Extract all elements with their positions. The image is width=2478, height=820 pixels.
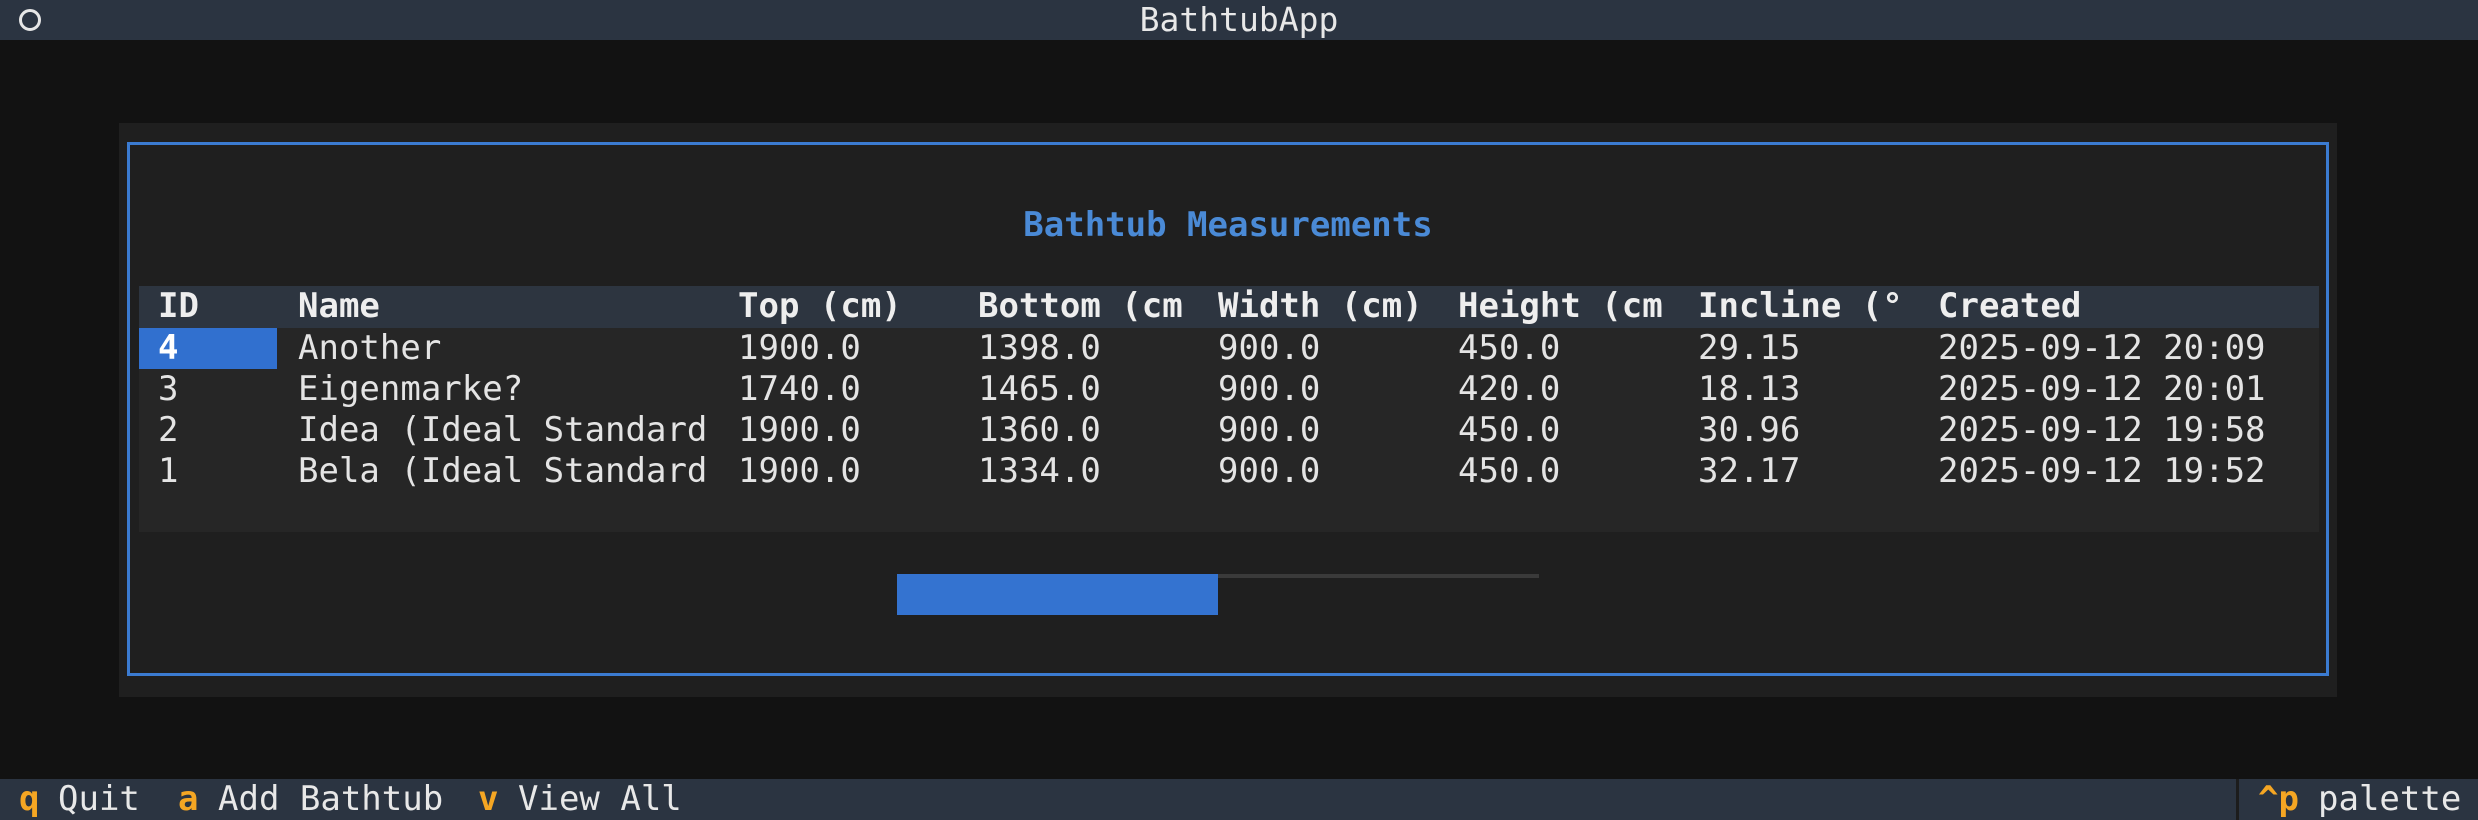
cell-bottom[interactable]: 1398.0 xyxy=(978,328,1198,369)
footer-divider xyxy=(2236,779,2239,820)
add-bathtub-label[interactable]: Add Bathtub xyxy=(218,779,443,820)
column-header-incline[interactable]: Incline (° xyxy=(1698,286,1918,327)
cell-top[interactable]: 1900.0 xyxy=(738,451,958,492)
cell-top[interactable]: 1900.0 xyxy=(738,410,958,451)
quit-key[interactable]: q xyxy=(19,779,39,820)
cell-bottom[interactable]: 1334.0 xyxy=(978,451,1198,492)
cell-name[interactable]: Another xyxy=(298,328,718,369)
cell-top[interactable]: 1740.0 xyxy=(738,369,958,410)
cell-name[interactable]: Bela (Ideal Standard xyxy=(298,451,718,492)
column-header-width[interactable]: Width (cm) xyxy=(1218,286,1438,327)
table-header: ID Name Top (cm) Bottom (cm Width (cm) H… xyxy=(139,286,2319,328)
add-bathtub-key[interactable]: a xyxy=(178,779,198,820)
cell-width[interactable]: 900.0 xyxy=(1218,369,1438,410)
cell-created[interactable]: 2025-09-12 20:01 xyxy=(1938,369,2308,410)
cell-incline[interactable]: 30.96 xyxy=(1698,410,1918,451)
cell-width[interactable]: 900.0 xyxy=(1218,410,1438,451)
view-all-label[interactable]: View All xyxy=(518,779,682,820)
palette-label[interactable]: palette xyxy=(2318,779,2461,820)
cell-height[interactable]: 450.0 xyxy=(1458,451,1678,492)
view-all-key[interactable]: v xyxy=(478,779,498,820)
column-header-top[interactable]: Top (cm) xyxy=(738,286,958,327)
cell-height[interactable]: 420.0 xyxy=(1458,369,1678,410)
cell-height[interactable]: 450.0 xyxy=(1458,410,1678,451)
cell-id[interactable]: 2 xyxy=(158,410,278,451)
cell-incline[interactable]: 18.13 xyxy=(1698,369,1918,410)
cell-id[interactable]: 3 xyxy=(158,369,278,410)
app-title: BathtubApp xyxy=(1139,0,1339,39)
cell-created[interactable]: 2025-09-12 19:52 xyxy=(1938,451,2308,492)
cell-name[interactable]: Eigenmarke? xyxy=(298,369,718,410)
column-header-id[interactable]: ID xyxy=(158,286,278,327)
cell-id[interactable]: 1 xyxy=(158,451,278,492)
quit-label[interactable]: Quit xyxy=(58,779,140,820)
column-header-height[interactable]: Height (cm xyxy=(1458,286,1678,327)
measurements-table[interactable]: ID Name Top (cm) Bottom (cm Width (cm) H… xyxy=(139,286,2319,532)
progress-bar-fill xyxy=(897,574,1218,615)
cell-height[interactable]: 450.0 xyxy=(1458,328,1678,369)
cell-bottom[interactable]: 1465.0 xyxy=(978,369,1198,410)
cell-created[interactable]: 2025-09-12 20:09 xyxy=(1938,328,2308,369)
footer-bar: q Quit a Add Bathtub v View All ^p palet… xyxy=(0,779,2478,820)
column-header-name[interactable]: Name xyxy=(298,286,718,327)
cell-width[interactable]: 900.0 xyxy=(1218,451,1438,492)
dialog-title: Bathtub Measurements xyxy=(1023,205,1433,245)
cell-top[interactable]: 1900.0 xyxy=(738,328,958,369)
cell-width[interactable]: 900.0 xyxy=(1218,328,1438,369)
cell-name[interactable]: Idea (Ideal Standard xyxy=(298,410,718,451)
cell-incline[interactable]: 32.17 xyxy=(1698,451,1918,492)
cell-bottom[interactable]: 1360.0 xyxy=(978,410,1198,451)
title-bar: BathtubApp xyxy=(0,0,2478,40)
column-header-bottom[interactable]: Bottom (cm xyxy=(978,286,1198,327)
cell-incline[interactable]: 29.15 xyxy=(1698,328,1918,369)
cell-created[interactable]: 2025-09-12 19:58 xyxy=(1938,410,2308,451)
cell-id[interactable]: 4 xyxy=(139,328,277,369)
column-header-created[interactable]: Created xyxy=(1938,286,2308,327)
palette-key[interactable]: ^p xyxy=(2258,779,2299,820)
